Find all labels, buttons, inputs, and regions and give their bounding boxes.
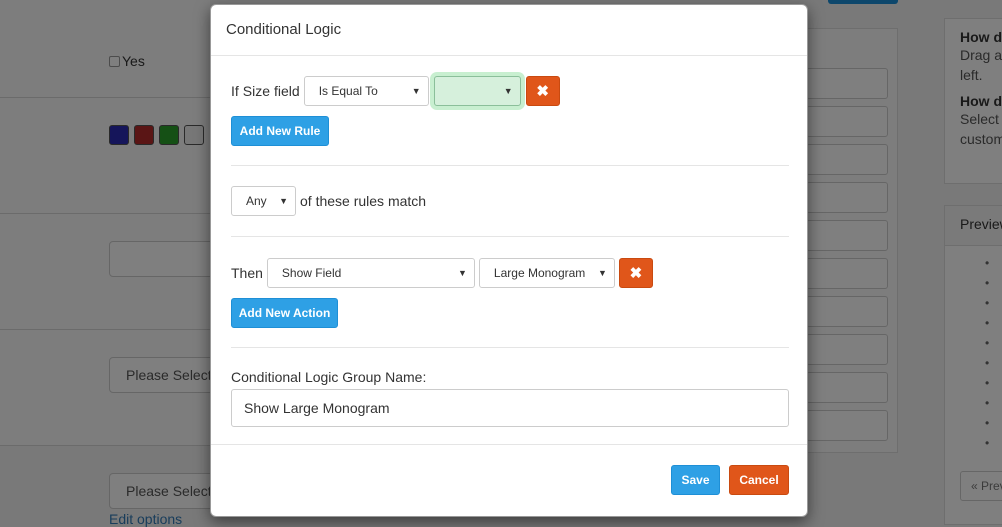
modal-footer: Save Cancel (211, 444, 807, 516)
field-name: Size (242, 83, 271, 99)
modal-body: If Size field Is Equal To ▼ ▼ ✖ Add New … (211, 56, 807, 446)
match-suffix: of these rules match (300, 193, 427, 209)
target-field-value: Large Monogram (493, 266, 586, 280)
operator-select-value: Is Equal To (318, 84, 378, 98)
field-label: field (274, 83, 300, 99)
chevron-down-icon: ▼ (598, 268, 607, 278)
modal-header: Conditional Logic (211, 5, 807, 56)
action-row: Then Show Field ▼ Large Monogram ▼ ✖ (231, 258, 653, 288)
match-row: Any ▼ of these rules match (231, 186, 426, 216)
modal-title: Conditional Logic (226, 21, 342, 38)
action-select[interactable]: Show Field ▼ (266, 258, 475, 288)
remove-action-button[interactable]: ✖ (618, 258, 653, 288)
conditional-logic-modal: Conditional Logic If Size field Is Equal… (210, 4, 808, 517)
close-icon: ✖ (629, 265, 643, 282)
then-label: Then (231, 265, 263, 281)
match-select-value: Any (246, 194, 267, 208)
match-select[interactable]: Any ▼ (231, 186, 296, 216)
divider (231, 347, 789, 348)
save-button[interactable]: Save (671, 465, 720, 495)
chevron-down-icon: ▼ (503, 86, 513, 96)
chevron-down-icon: ▼ (458, 268, 467, 278)
group-name-input[interactable]: Show Large Monogram (231, 389, 789, 427)
chevron-down-icon: ▼ (279, 196, 288, 206)
cancel-button[interactable]: Cancel (729, 465, 789, 495)
rule-row: If Size field Is Equal To ▼ ▼ ✖ (231, 76, 560, 106)
if-label: If (231, 83, 239, 99)
add-new-rule-button[interactable]: Add New Rule (231, 116, 329, 146)
value-select[interactable]: ▼ (433, 76, 521, 106)
group-name-label: Conditional Logic Group Name: (231, 369, 427, 385)
close-icon: ✖ (536, 83, 549, 100)
divider (231, 165, 789, 166)
operator-select[interactable]: Is Equal To ▼ (303, 76, 429, 106)
chevron-down-icon: ▼ (411, 86, 421, 96)
action-select-value: Show Field (281, 266, 342, 280)
remove-rule-button[interactable]: ✖ (525, 76, 560, 106)
add-new-action-button[interactable]: Add New Action (231, 298, 338, 328)
target-field-select[interactable]: Large Monogram ▼ (478, 258, 615, 288)
divider (231, 236, 789, 237)
